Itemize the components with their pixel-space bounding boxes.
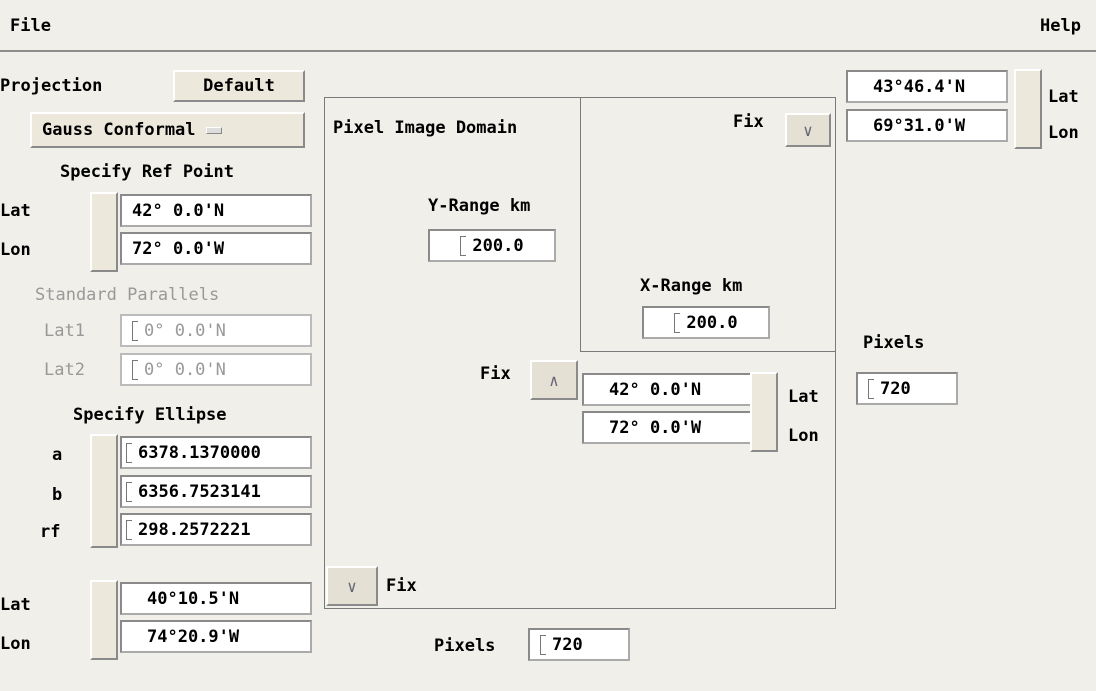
fix-mid-button[interactable]: ∧ [530,360,578,400]
y-range-field[interactable]: 200.0 [428,229,556,262]
help-menu[interactable]: Help [1040,16,1081,36]
ellipse-b-label: b [52,485,63,505]
text-cursor-icon [126,519,132,540]
text-cursor-icon [674,312,681,333]
projection-type-value: Gauss Conformal [42,120,196,140]
ref-point-title: Specify Ref Point [60,162,234,182]
text-cursor-icon [126,442,132,463]
bottom-lat-label: Lat [0,595,31,615]
option-menu-icon [205,126,222,134]
fix-bottom-button[interactable]: ∨ [326,566,378,606]
text-cursor-icon [132,359,138,380]
y-range-label: Y-Range km [428,196,531,216]
ellipse-rf-field[interactable]: 298.2572221 [120,513,312,546]
center-lat-label: Lat [788,387,819,407]
ellipse-a-value: 6378.1370000 [138,442,261,463]
chevron-up-icon: ∧ [549,370,559,390]
pixels-bottom-label: Pixels [434,636,496,656]
lat1-field[interactable]: 0° 0.0'N [120,314,312,347]
lat1-label: Lat1 [44,321,85,341]
right-lat-label: Lat [1048,87,1079,107]
chevron-down-icon: ∨ [347,576,357,596]
center-latlon-toggle[interactable] [750,372,778,452]
ref-lat-label: Lat [0,201,31,221]
ref-lon-field[interactable]: 72° 0.0'W [120,232,312,265]
pixels-bottom-field[interactable]: 720 [528,628,630,661]
ref-lon-label: Lon [0,240,31,260]
ellipse-b-field[interactable]: 6356.7523141 [120,475,312,508]
center-lon-field[interactable]: 72° 0.0'W [582,411,774,444]
x-range-label: X-Range km [640,276,743,296]
bottom-latlon-toggle[interactable] [90,580,118,660]
std-parallels-title: Standard Parallels [35,285,220,305]
text-cursor-icon [132,320,138,341]
center-lon-label: Lon [788,426,819,446]
menu-bar: File Help [0,0,1096,52]
file-menu[interactable]: File [10,16,51,36]
right-latlon-toggle[interactable] [1014,69,1042,149]
text-cursor-icon [126,481,132,502]
default-button[interactable]: Default [173,70,305,102]
lat2-label: Lat2 [44,360,85,380]
bottom-lon-field[interactable]: 74°20.9'W [120,620,312,653]
fix-mid-label: Fix [480,364,511,384]
bottom-lon-label: Lon [0,634,31,654]
ellipse-a-field[interactable]: 6378.1370000 [120,436,312,469]
lat1-value: 0° 0.0'N [144,320,226,341]
fix-top-label: Fix [733,112,764,132]
domain-title: Pixel Image Domain [333,118,518,138]
lat2-value: 0° 0.0'N [144,359,226,380]
right-lon-label: Lon [1048,123,1079,143]
lat2-field[interactable]: 0° 0.0'N [120,353,312,386]
pixels-right-value: 720 [880,378,911,399]
right-lon-field[interactable]: 69°31.0'W [846,109,1008,142]
text-cursor-icon [540,634,546,655]
x-range-field[interactable]: 200.0 [642,306,770,339]
pixels-bottom-value: 720 [552,634,583,655]
pixels-right-field[interactable]: 720 [856,372,958,405]
chevron-down-icon: ∨ [803,120,813,140]
ellipse-b-value: 6356.7523141 [138,481,261,502]
ellipse-toggle[interactable] [90,434,118,548]
ref-lat-field[interactable]: 42° 0.0'N [120,194,312,227]
x-range-value: 200.0 [686,312,738,333]
y-range-value: 200.0 [472,235,524,256]
text-cursor-icon [868,378,874,399]
ellipse-title: Specify Ellipse [73,405,227,425]
right-lat-field[interactable]: 43°46.4'N [846,70,1008,103]
center-lat-field[interactable]: 42° 0.0'N [582,373,774,406]
fix-bottom-label: Fix [386,576,417,596]
ellipse-rf-value: 298.2572221 [138,519,251,540]
pixels-right-label: Pixels [863,333,925,353]
text-cursor-icon [460,235,467,256]
bottom-lat-field[interactable]: 40°10.5'N [120,582,312,615]
projection-type-select[interactable]: Gauss Conformal [30,112,305,148]
fix-top-button[interactable]: ∨ [785,113,831,147]
ellipse-rf-label: rf [40,522,61,542]
projection-label: Projection [0,76,103,96]
ref-latlon-toggle[interactable] [90,192,118,272]
ellipse-a-label: a [52,445,63,465]
